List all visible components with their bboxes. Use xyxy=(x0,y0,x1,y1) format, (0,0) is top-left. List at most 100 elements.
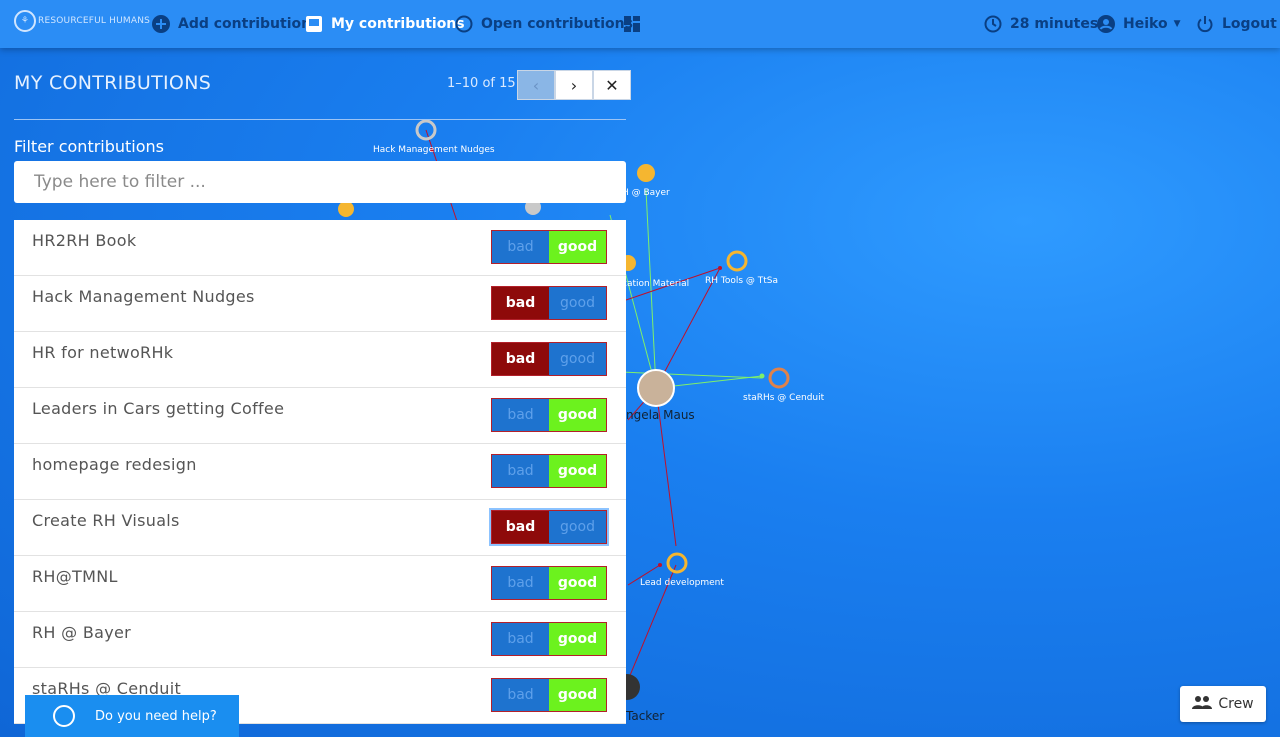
crew-label: Crew xyxy=(1218,696,1254,712)
rate-bad-button[interactable]: bad xyxy=(492,567,549,599)
rating-toggle: bad good xyxy=(491,230,607,264)
chevron-left-icon: ‹ xyxy=(532,75,540,95)
rate-good-button[interactable]: good xyxy=(549,231,606,263)
rate-bad-button[interactable]: bad xyxy=(492,679,549,711)
rate-good-button[interactable]: good xyxy=(549,679,606,711)
contribution-row: homepage redesign bad good xyxy=(14,444,626,500)
help-button[interactable]: Do you need help? xyxy=(25,695,239,737)
nav-add-contribution[interactable]: Add contribution xyxy=(152,0,311,48)
app-logo[interactable]: ⚘ RESOURCEFUL HUMANS xyxy=(14,10,150,32)
rate-good-button[interactable]: good xyxy=(549,343,606,375)
graph-label-material: cation Material xyxy=(622,279,690,289)
logout-label: Logout xyxy=(1222,16,1277,32)
plus-circle-icon xyxy=(152,15,170,33)
filter-label: Filter contributions xyxy=(14,137,165,156)
rate-bad-button[interactable]: bad xyxy=(492,455,549,487)
nav-open-contributions-label: Open contributions xyxy=(481,16,633,32)
user-name: Heiko xyxy=(1123,16,1168,32)
rate-bad-button[interactable]: bad xyxy=(492,623,549,655)
graph-label-person1: ngela Maus xyxy=(626,408,695,422)
graph-node-yellow-a xyxy=(338,201,354,217)
crew-button[interactable]: Crew xyxy=(1180,686,1266,722)
help-label: Do you need help? xyxy=(95,708,217,724)
close-panel-button[interactable]: ✕ xyxy=(593,70,631,100)
contribution-title: RH@TMNL xyxy=(32,567,118,586)
nav-dashboard[interactable] xyxy=(623,0,649,48)
contribution-row: RH @ Bayer bad good xyxy=(14,612,626,668)
graph-node-starhs xyxy=(768,367,790,389)
rating-toggle: bad good xyxy=(491,510,607,544)
chevron-right-icon: › xyxy=(570,75,578,95)
rate-good-button[interactable]: good xyxy=(549,455,606,487)
inbox-icon xyxy=(305,15,323,33)
rating-toggle: bad good xyxy=(491,286,607,320)
rating-toggle: bad good xyxy=(491,342,607,376)
close-icon: ✕ xyxy=(605,75,619,95)
next-page-button[interactable]: › xyxy=(555,70,593,100)
dashboard-icon xyxy=(623,15,641,33)
graph-label-tools: RH Tools @ TtSa xyxy=(705,276,779,286)
contribution-title: RH @ Bayer xyxy=(32,623,131,642)
contribution-row: RH@TMNL bad good xyxy=(14,556,626,612)
contribution-title: Leaders in Cars getting Coffee xyxy=(32,399,285,418)
nav-add-contribution-label: Add contribution xyxy=(178,16,312,32)
nav-my-contributions[interactable]: My contributions xyxy=(305,0,465,48)
page-title: MY CONTRIBUTIONS xyxy=(14,72,212,94)
rate-good-button[interactable]: good xyxy=(549,623,606,655)
rating-toggle: bad good xyxy=(491,398,607,432)
rating-toggle: bad good xyxy=(491,678,607,712)
rate-bad-button[interactable]: bad xyxy=(492,511,549,543)
rate-bad-button[interactable]: bad xyxy=(492,399,549,431)
contribution-row: Leaders in Cars getting Coffee bad good xyxy=(14,388,626,444)
graph-node-person1 xyxy=(637,369,675,407)
clock-icon xyxy=(984,15,1002,33)
filter-input[interactable] xyxy=(14,161,626,203)
graph-label-bayer: H @ Bayer xyxy=(622,188,670,198)
contribution-list: HR2RH Book bad good Hack Management Nudges b… xyxy=(14,220,626,724)
logout-button[interactable]: Logout xyxy=(1196,0,1277,48)
app-name: RESOURCEFUL HUMANS xyxy=(38,16,151,26)
panel-divider xyxy=(14,119,626,120)
rate-good-button[interactable]: good xyxy=(549,567,606,599)
user-menu[interactable]: Heiko ▼ xyxy=(1097,0,1181,48)
nav-my-contributions-label: My contributions xyxy=(331,16,465,32)
contribution-row: Create RH Visuals bad good xyxy=(14,500,626,556)
graph-node-lead xyxy=(666,552,688,574)
rate-good-button[interactable]: good xyxy=(549,287,606,319)
session-timer: 28 minutes xyxy=(984,0,1098,48)
contribution-title: Create RH Visuals xyxy=(32,511,180,530)
people-icon xyxy=(1192,695,1213,713)
rating-toggle: bad good xyxy=(491,566,607,600)
power-icon xyxy=(1196,15,1214,33)
circle-outline-icon xyxy=(455,15,473,33)
graph-label-person2: Tacker xyxy=(626,709,665,723)
account-icon xyxy=(1097,15,1115,33)
prev-page-button[interactable]: ‹ xyxy=(517,70,555,100)
pagination-range: 1–10 of 15 xyxy=(447,76,516,91)
graph-label-lead: Lead development xyxy=(640,578,724,588)
graph-label-starhs: staRHs @ Cenduit xyxy=(743,393,825,403)
rate-good-button[interactable]: good xyxy=(549,399,606,431)
graph-label-hack: Hack Management Nudges xyxy=(373,145,495,155)
rate-good-button[interactable]: good xyxy=(549,511,606,543)
pagination-controls: ‹ › ✕ xyxy=(517,70,631,100)
contribution-title: HR for netwoRHk xyxy=(32,343,174,362)
rate-bad-button[interactable]: bad xyxy=(492,231,549,263)
contribution-title: HR2RH Book xyxy=(32,231,137,250)
help-chat-icon xyxy=(53,705,75,727)
top-nav-bar: ⚘ RESOURCEFUL HUMANS Add contribution My… xyxy=(0,0,1280,48)
contribution-row: Hack Management Nudges bad good xyxy=(14,276,626,332)
graph-node-bayer xyxy=(637,164,655,182)
contribution-row: HR2RH Book bad good xyxy=(14,220,626,276)
rating-toggle: bad good xyxy=(491,454,607,488)
contribution-title: Hack Management Nudges xyxy=(32,287,255,306)
contribution-title: homepage redesign xyxy=(32,455,197,474)
logo-icon: ⚘ xyxy=(14,10,36,32)
contribution-row: HR for netwoRHk bad good xyxy=(14,332,626,388)
nav-open-contributions[interactable]: Open contributions xyxy=(455,0,633,48)
session-timer-label: 28 minutes xyxy=(1010,16,1099,32)
graph-node-tools xyxy=(726,250,748,272)
rate-bad-button[interactable]: bad xyxy=(492,287,549,319)
chevron-down-icon: ▼ xyxy=(1173,19,1181,29)
rate-bad-button[interactable]: bad xyxy=(492,343,549,375)
